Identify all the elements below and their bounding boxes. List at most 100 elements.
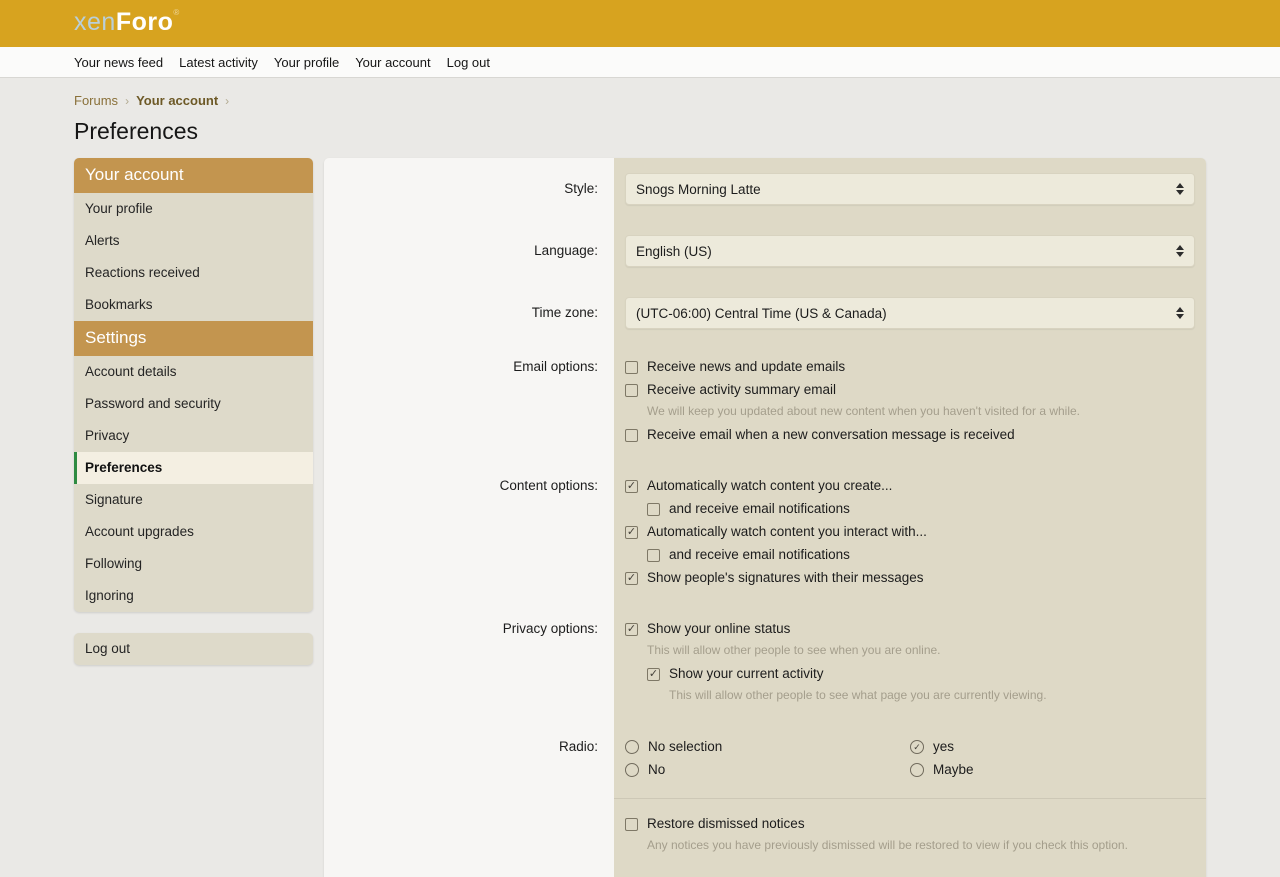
select-arrows-icon: [1176, 245, 1184, 257]
language-label: Language:: [534, 241, 598, 261]
xenforo-logo[interactable]: xenForo®: [74, 0, 180, 37]
breadcrumb-your-account[interactable]: Your account: [136, 93, 218, 108]
checkbox-option-and-receive-email-notifications[interactable]: and receive email notifications: [647, 499, 1195, 519]
checkbox-option-receive-news-and-update-emails[interactable]: Receive news and update emails: [625, 357, 1195, 377]
checkbox-label: Restore dismissed notices: [647, 814, 805, 834]
option-hint: We will keep you updated about new conte…: [647, 403, 1195, 420]
radio-label: Maybe: [933, 760, 974, 780]
sidebar-item-reactions-received[interactable]: Reactions received: [74, 257, 313, 289]
checkbox-label: Receive email when a new conversation me…: [647, 425, 1015, 445]
radio-label: No: [648, 760, 665, 780]
logo-text-foro: Foro: [116, 8, 174, 36]
sidebar-item-account-upgrades[interactable]: Account upgrades: [74, 516, 313, 548]
radio-label-cell: Radio:: [324, 724, 614, 798]
checkbox-checked-icon[interactable]: ✓: [625, 526, 638, 539]
nav-item-your-profile[interactable]: Your profile: [274, 55, 339, 70]
radio-option-no[interactable]: No: [625, 760, 910, 780]
sidebar-item-alerts[interactable]: Alerts: [74, 225, 313, 257]
radio-label: Radio:: [559, 739, 598, 754]
sidebar-item-bookmarks[interactable]: Bookmarks: [74, 289, 313, 321]
breadcrumb: Forums › Your account ›: [74, 78, 1206, 108]
nav-item-log-out[interactable]: Log out: [447, 55, 490, 70]
checkbox-unchecked-icon[interactable]: [625, 429, 638, 442]
nav-item-your-account[interactable]: Your account: [355, 55, 430, 70]
checkbox-option-automatically-watch-content-you-create[interactable]: ✓Automatically watch content you create.…: [625, 476, 1195, 496]
checkbox-option-and-receive-email-notifications[interactable]: and receive email notifications: [647, 545, 1195, 565]
checkbox-checked-icon[interactable]: ✓: [625, 480, 638, 493]
checkbox-option-restore-dismissed-notices[interactable]: Restore dismissed notices: [625, 814, 1195, 834]
checkbox-option-automatically-watch-content-you-interact-with[interactable]: ✓Automatically watch content you interac…: [625, 522, 1195, 542]
breadcrumb-forums[interactable]: Forums: [74, 93, 118, 108]
content-options-group: ✓Automatically watch content you create.…: [625, 476, 1195, 588]
sidebar-item-password-and-security[interactable]: Password and security: [74, 388, 313, 420]
radio-unselected-icon[interactable]: [910, 763, 924, 777]
checkbox-option-show-your-current-activity[interactable]: ✓ Show your current activity: [647, 664, 1195, 684]
sidebar-item-ignoring[interactable]: Ignoring: [74, 580, 313, 612]
timezone-select[interactable]: (UTC-06:00) Central Time (US & Canada): [625, 297, 1195, 329]
radio-group: No selection No ✓ yes Maybe: [625, 734, 1195, 783]
language-label-cell: Language:: [324, 220, 614, 282]
checkbox-option-receive-email-when-a-new-conversation-message-is-received[interactable]: Receive email when a new conversation me…: [625, 425, 1195, 445]
checkbox-unchecked-icon[interactable]: [647, 549, 660, 562]
checkbox-label: Show your current activity: [669, 664, 824, 684]
style-label-cell: Style:: [324, 158, 614, 220]
checkbox-label: Receive news and update emails: [647, 357, 845, 377]
notices-group: Restore dismissed notices Any notices you…: [625, 814, 1195, 854]
radio-column-left: No selection No: [625, 734, 910, 783]
checkbox-checked-icon[interactable]: ✓: [625, 572, 638, 585]
checkbox-option-show-your-online-status[interactable]: ✓ Show your online status: [625, 619, 1195, 639]
site-header: xenForo®: [0, 0, 1280, 47]
email-options-label-cell: Email options:: [324, 344, 614, 463]
radio-column-right: ✓ yes Maybe: [910, 734, 1195, 783]
nav-item-latest-activity[interactable]: Latest activity: [179, 55, 258, 70]
email-options-group: Receive news and update emails Receive ac…: [625, 357, 1195, 445]
radio-option-no-selection[interactable]: No selection: [625, 737, 910, 757]
radio-unselected-icon[interactable]: [625, 763, 639, 777]
radio-option-maybe[interactable]: Maybe: [910, 760, 1195, 780]
checkbox-label: Receive activity summary email: [647, 380, 836, 400]
checkbox-unchecked-icon[interactable]: [625, 818, 638, 831]
sidebar-section-header-your-account: Your account: [74, 158, 313, 193]
sidebar-item-log-out[interactable]: Log out: [74, 633, 313, 665]
sidebar-item-privacy[interactable]: Privacy: [74, 420, 313, 452]
checkbox-label: and receive email notifications: [669, 545, 850, 565]
checkbox-unchecked-icon[interactable]: [625, 361, 638, 374]
option-hint: Any notices you have previously dismisse…: [647, 837, 1195, 854]
main-nav: Your news feed Latest activity Your profil…: [0, 47, 1280, 78]
privacy-options-label-cell: Privacy options:: [324, 606, 614, 724]
checkbox-label: Show people's signatures with their mess…: [647, 568, 923, 588]
checkbox-option-receive-activity-summary-email[interactable]: Receive activity summary email: [625, 380, 1195, 400]
checkbox-unchecked-icon[interactable]: [625, 384, 638, 397]
chevron-right-icon: ›: [225, 94, 229, 108]
select-arrows-icon: [1176, 183, 1184, 195]
content-options-label-cell: Content options:: [324, 463, 614, 606]
checkbox-checked-icon[interactable]: ✓: [647, 668, 660, 681]
style-label: Style:: [564, 179, 598, 199]
checkbox-unchecked-icon[interactable]: [647, 503, 660, 516]
notices-label-cell: [324, 798, 614, 875]
sidebar-item-your-profile[interactable]: Your profile: [74, 193, 313, 225]
language-select-value: English (US): [636, 244, 1176, 259]
page-title: Preferences: [74, 118, 1206, 145]
sidebar-item-account-details[interactable]: Account details: [74, 356, 313, 388]
select-arrows-icon: [1176, 307, 1184, 319]
radio-label: No selection: [648, 737, 722, 757]
style-select[interactable]: Snogs Morning Latte: [625, 173, 1195, 205]
radio-selected-icon[interactable]: ✓: [910, 740, 924, 754]
radio-option-yes[interactable]: ✓ yes: [910, 737, 1195, 757]
chevron-right-icon: ›: [125, 94, 129, 108]
sidebar-nav-block: Your accountYour profileAlertsReactions …: [74, 158, 313, 612]
language-select[interactable]: English (US): [625, 235, 1195, 267]
sidebar-item-preferences[interactable]: Preferences: [74, 452, 313, 484]
registered-mark-icon: ®: [173, 8, 179, 17]
style-select-value: Snogs Morning Latte: [636, 182, 1176, 197]
sidebar-item-signature[interactable]: Signature: [74, 484, 313, 516]
sidebar-item-following[interactable]: Following: [74, 548, 313, 580]
radio-unselected-icon[interactable]: [625, 740, 639, 754]
checkbox-option-show-people-s-signatures-with-their-messages[interactable]: ✓ Show people's signatures with their mes…: [625, 568, 1195, 588]
radio-label: yes: [933, 737, 954, 757]
nav-item-your-news-feed[interactable]: Your news feed: [74, 55, 163, 70]
content-options-label: Content options:: [500, 478, 598, 493]
checkbox-checked-icon[interactable]: ✓: [625, 623, 638, 636]
checkbox-label: Show your online status: [647, 619, 790, 639]
